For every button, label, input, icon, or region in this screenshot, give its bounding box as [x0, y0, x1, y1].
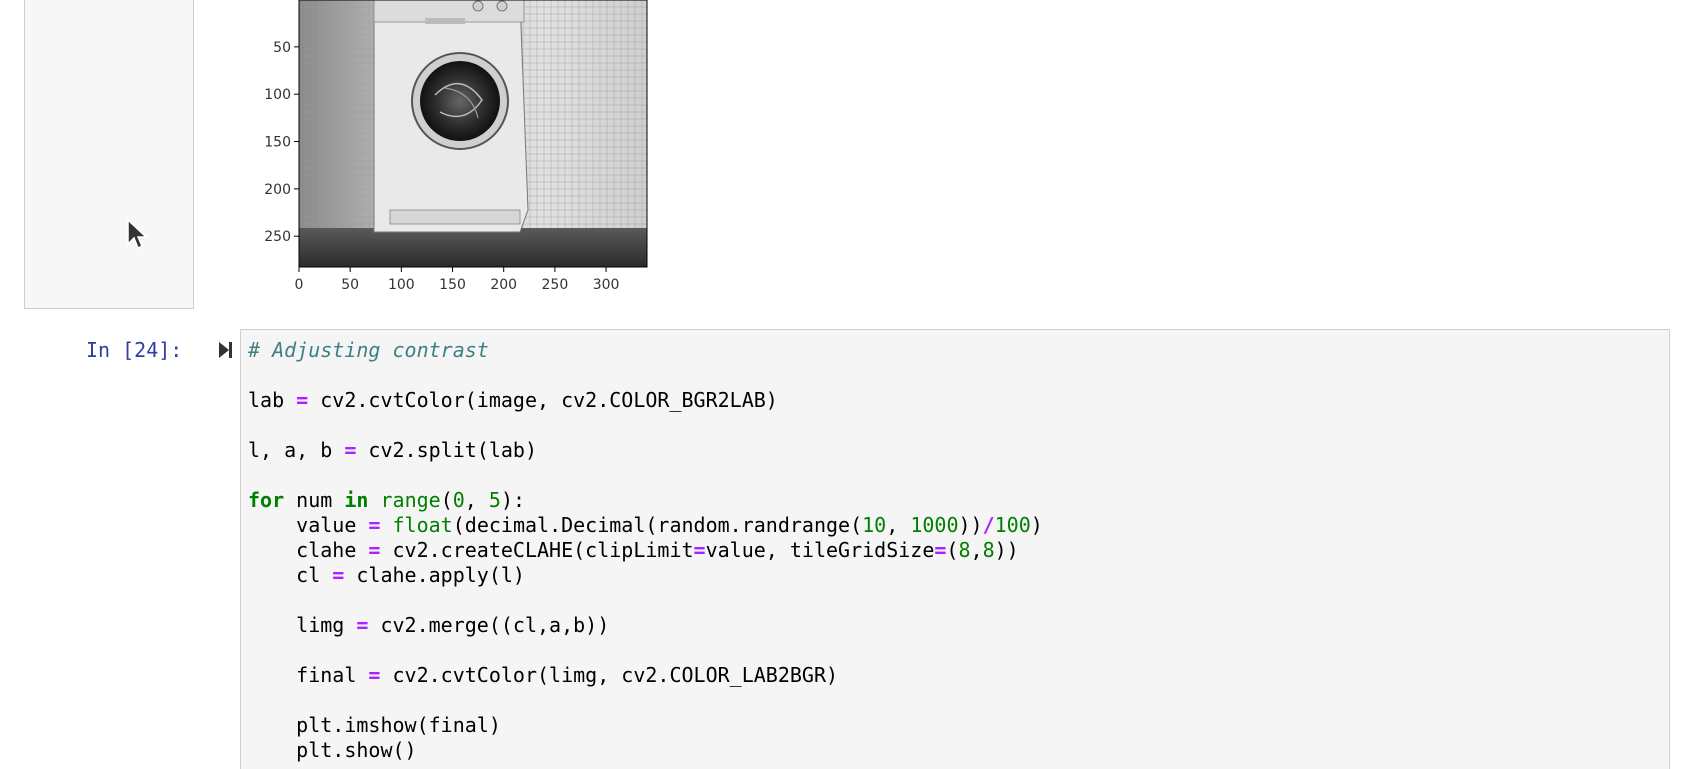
code-token: =: [368, 663, 381, 687]
x-tick-label: 150: [439, 277, 466, 293]
code-token: lab: [248, 388, 297, 412]
code-token: =: [693, 538, 706, 562]
code-token: final: [248, 663, 369, 687]
code-token: cv2.cvtColor(limg, cv2.COLOR_LAB2BGR): [380, 663, 839, 687]
notebook-view: 50 100 150 200 250 0 50 100 150 200 250 300 In [24…: [0, 0, 1708, 769]
code-token: limg: [248, 613, 357, 637]
code-token: value: [248, 513, 369, 537]
code-line: lab = cv2.cvtColor(image, cv2.COLOR_BGR2…: [248, 388, 1662, 413]
code-line: for num in range(0, 5):: [248, 488, 1662, 513]
image-plot: 50 100 150 200 250 0 50 100 150 200 250 300: [264, 0, 648, 293]
code-token: (: [440, 488, 453, 512]
code-line: clahe = cv2.createCLAHE(clipLimit=value,…: [248, 538, 1662, 563]
y-axis: 50 100 150 200 250: [264, 40, 299, 245]
code-line: # Adjusting contrast: [248, 338, 1662, 363]
code-token: plt.show(): [248, 738, 417, 762]
code-token: ):: [500, 488, 526, 512]
code-token: in: [344, 488, 369, 512]
cell-prompt: In [24]:: [86, 338, 183, 362]
code-token: =: [368, 538, 381, 562]
code-line: l, a, b = cv2.split(lab): [248, 438, 1662, 463]
code-token: =: [344, 438, 357, 462]
code-token: range: [380, 488, 441, 512]
code-token: l, a, b: [248, 438, 345, 462]
code-token: # Adjusting contrast: [248, 338, 489, 362]
x-tick-label: 50: [341, 277, 359, 293]
code-token: =: [296, 388, 309, 412]
code-token: ,: [886, 513, 911, 537]
code-token: 0: [452, 488, 465, 512]
code-token: cv2.merge((cl,a,b)): [368, 613, 610, 637]
code-token: 100: [994, 513, 1031, 537]
code-token: value, tileGridSize: [705, 538, 935, 562]
code-token: ): [1030, 513, 1043, 537]
code-line: limg = cv2.merge((cl,a,b)): [248, 613, 1662, 638]
y-tick-label: 100: [264, 87, 291, 103]
y-tick-label: 150: [264, 135, 291, 151]
y-tick-label: 200: [264, 182, 291, 198]
code-token: num: [284, 488, 345, 512]
code-line: plt.show(): [248, 738, 1662, 763]
code-token: cl: [248, 563, 333, 587]
code-line: cl = clahe.apply(l): [248, 563, 1662, 588]
code-token: (: [946, 538, 959, 562]
code-token: 5: [488, 488, 501, 512]
code-token: float: [392, 513, 453, 537]
x-tick-label: 100: [388, 277, 415, 293]
x-tick-label: 0: [295, 277, 304, 293]
code-line: value = float(decimal.Decimal(random.ran…: [248, 513, 1662, 538]
y-tick-label: 50: [273, 40, 291, 56]
x-tick-label: 250: [542, 277, 569, 293]
output-scroll-panel[interactable]: [24, 0, 194, 309]
code-token: plt.imshow(final): [248, 713, 501, 737]
code-token: ,: [464, 488, 489, 512]
code-token: clahe.apply(l): [344, 563, 525, 587]
code-editor[interactable]: # Adjusting contrast lab = cv2.cvtColor(i…: [240, 329, 1670, 769]
mouse-pointer-icon: [127, 218, 148, 250]
code-token: /: [982, 513, 995, 537]
code-token: ,: [970, 538, 983, 562]
code-token: 1000: [910, 513, 959, 537]
code-line: plt.imshow(final): [248, 713, 1662, 738]
code-token: cv2.split(lab): [356, 438, 537, 462]
code-token: )): [994, 538, 1019, 562]
x-tick-label: 300: [593, 277, 620, 293]
code-token: )): [958, 513, 983, 537]
code-token: =: [356, 613, 369, 637]
code-token: =: [368, 513, 381, 537]
code-token: clahe: [248, 538, 369, 562]
code-token: 10: [862, 513, 887, 537]
code-token: 8: [982, 538, 995, 562]
code-token: cv2.cvtColor(image, cv2.COLOR_BGR2LAB): [308, 388, 778, 412]
code-token: 8: [958, 538, 971, 562]
figure-output: 50 100 150 200 250 0 50 100 150 200 250 300: [250, 0, 710, 300]
code-token: =: [934, 538, 947, 562]
code-token: cv2.createCLAHE(clipLimit: [380, 538, 694, 562]
code-lines: # Adjusting contrast lab = cv2.cvtColor(i…: [248, 338, 1662, 763]
code-token: for: [248, 488, 285, 512]
code-line: final = cv2.cvtColor(limg, cv2.COLOR_LAB…: [248, 663, 1662, 688]
run-cell-icon[interactable]: [216, 339, 234, 361]
washing-machine-image: [299, 0, 647, 267]
x-axis: 0 50 100 150 200 250 300: [295, 267, 620, 293]
code-token: =: [332, 563, 345, 587]
code-token: (decimal.Decimal(random.randrange(: [452, 513, 863, 537]
y-tick-label: 250: [264, 229, 291, 245]
x-tick-label: 200: [490, 277, 517, 293]
